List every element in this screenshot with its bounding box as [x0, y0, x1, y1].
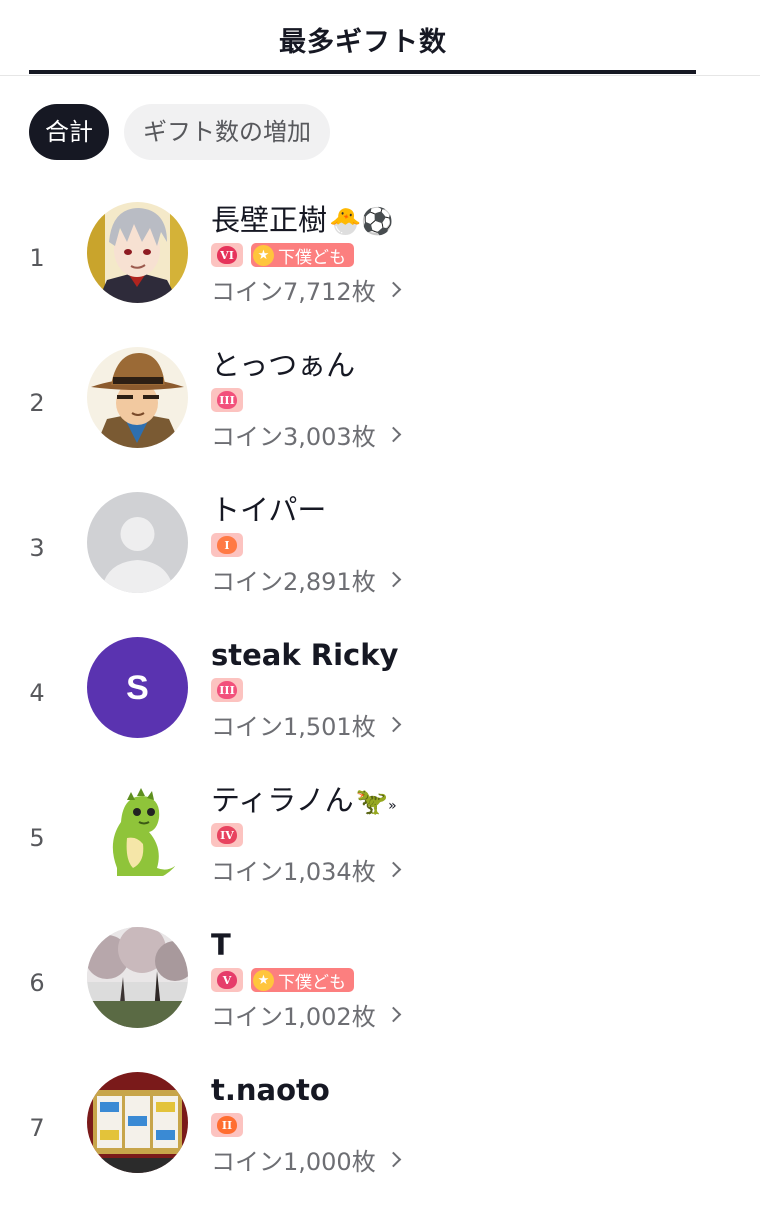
- heart-icon: II: [217, 1116, 237, 1134]
- user-name-text: steak Ricky: [211, 638, 399, 672]
- level-badge: VI: [211, 243, 243, 267]
- heart-icon: IV: [217, 826, 237, 844]
- coin-count: コイン1,501枚: [211, 713, 376, 741]
- badge-group: VI ★ 下僕ども: [211, 242, 354, 268]
- user-name: t.naoto: [211, 1072, 330, 1108]
- heart-icon: VI: [217, 246, 237, 264]
- filter-increase-chip[interactable]: ギフト数の増加: [124, 104, 330, 160]
- user-name-text: t.naoto: [211, 1073, 330, 1107]
- badge-group: I: [211, 532, 243, 558]
- default-person-avatar[interactable]: [87, 492, 188, 593]
- coin-count: コイン1,034枚: [211, 858, 376, 886]
- avatar-letter: S: [126, 669, 149, 707]
- fan-club-badge: ★ 下僕ども: [251, 243, 354, 268]
- coin-count-link[interactable]: コイン3,003枚: [211, 417, 401, 452]
- level-badge: I: [211, 533, 243, 557]
- fan-club-badge: ★ 下僕ども: [251, 968, 354, 993]
- coin-count-link[interactable]: コイン1,000枚: [211, 1142, 401, 1177]
- user-name: T: [211, 927, 231, 963]
- coin-count-link[interactable]: コイン2,891枚: [211, 562, 401, 597]
- user-name: とっつぁん: [211, 347, 355, 383]
- coin-count-link[interactable]: コイン1,002枚: [211, 997, 401, 1032]
- level-badge: V: [211, 968, 243, 992]
- ranking-row[interactable]: 2 とっつぁん III コイン3,003枚: [0, 347, 760, 492]
- tab-most-gifts[interactable]: 最多ギフト数: [0, 20, 726, 59]
- coin-count: コイン7,712枚: [211, 278, 376, 306]
- letter-avatar[interactable]: S: [87, 637, 188, 738]
- ranking-row[interactable]: 5 ティラノん🦖» IV コイン1,034枚: [0, 782, 760, 927]
- chevron-right-icon: [385, 1006, 401, 1023]
- heart-icon: III: [217, 681, 237, 699]
- badge-group: IV: [211, 822, 243, 848]
- name-suffix: »: [388, 798, 397, 814]
- ranking-row[interactable]: 6 T V ★ 下僕ども コイン1,002枚: [0, 927, 760, 1072]
- level-badge: III: [211, 388, 243, 412]
- ranking-row[interactable]: 7 t.naoto II コイン1,000枚: [0, 1072, 760, 1217]
- user-name-text: 長壁正樹: [211, 203, 328, 237]
- cherry-blossom-photo-avatar[interactable]: [87, 927, 188, 1028]
- coin-count: コイン1,002枚: [211, 1003, 376, 1031]
- filter-total-chip[interactable]: 合計: [29, 104, 109, 160]
- fan-club-label: 下僕ども: [278, 247, 346, 268]
- chevron-right-icon: [385, 571, 401, 588]
- star-icon: ★: [253, 244, 274, 266]
- user-name-text: とっつぁん: [211, 348, 356, 382]
- dinosaur-avatar[interactable]: [87, 782, 188, 883]
- rank-number: 1: [29, 244, 45, 272]
- ranking-row[interactable]: 1 長壁正樹🐣⚽ VI ★ 下僕ども コイン7,712枚: [0, 202, 760, 347]
- user-name: ティラノん🦖»: [211, 782, 397, 818]
- badge-group: III: [211, 677, 243, 703]
- coin-count-link[interactable]: コイン7,712枚: [211, 272, 401, 307]
- rank-number: 5: [29, 824, 45, 852]
- coin-count-link[interactable]: コイン1,034枚: [211, 852, 401, 887]
- ranking-row[interactable]: 3 トイパー I コイン2,891枚: [0, 492, 760, 637]
- rank-number: 6: [29, 969, 45, 997]
- level-badge: IV: [211, 823, 243, 847]
- user-name-text: トイパー: [211, 493, 327, 527]
- level-badge: III: [211, 678, 243, 702]
- rank-number: 3: [29, 534, 45, 562]
- badge-group: V ★ 下僕ども: [211, 967, 354, 993]
- badge-group: II: [211, 1112, 243, 1138]
- user-name: 長壁正樹🐣⚽: [211, 202, 394, 238]
- chevron-right-icon: [385, 716, 401, 733]
- ranking-row[interactable]: 4 S steak Ricky III コイン1,501枚: [0, 637, 760, 782]
- name-emoji: 🐣⚽: [329, 207, 394, 237]
- level-badge: II: [211, 1113, 243, 1137]
- coin-count: コイン2,891枚: [211, 568, 376, 596]
- active-tab-indicator: [29, 70, 696, 74]
- coin-count: コイン3,003枚: [211, 423, 376, 451]
- anime-character-avatar[interactable]: [87, 202, 188, 303]
- rank-number: 7: [29, 1114, 45, 1142]
- heart-icon: V: [217, 971, 237, 989]
- rank-number: 4: [29, 679, 45, 707]
- fan-club-label: 下僕ども: [278, 972, 346, 993]
- chevron-right-icon: [385, 281, 401, 298]
- chevron-right-icon: [385, 1151, 401, 1168]
- coin-count: コイン1,000枚: [211, 1148, 376, 1176]
- coin-count-link[interactable]: コイン1,501枚: [211, 707, 401, 742]
- heart-icon: I: [217, 536, 237, 554]
- user-name: steak Ricky: [211, 637, 398, 673]
- chevron-right-icon: [385, 426, 401, 443]
- user-name: トイパー: [211, 492, 326, 528]
- user-name-text: T: [211, 928, 231, 962]
- slot-machine-avatar[interactable]: [87, 1072, 188, 1173]
- chevron-right-icon: [385, 861, 401, 878]
- star-icon: ★: [253, 969, 274, 991]
- rank-number: 2: [29, 389, 45, 417]
- user-name-text: ティラノん: [211, 783, 354, 817]
- page-header: 最多ギフト数: [0, 0, 760, 76]
- badge-group: III: [211, 387, 243, 413]
- detective-character-avatar[interactable]: [87, 347, 188, 448]
- heart-icon: III: [217, 391, 237, 409]
- name-emoji: 🦖: [355, 787, 389, 817]
